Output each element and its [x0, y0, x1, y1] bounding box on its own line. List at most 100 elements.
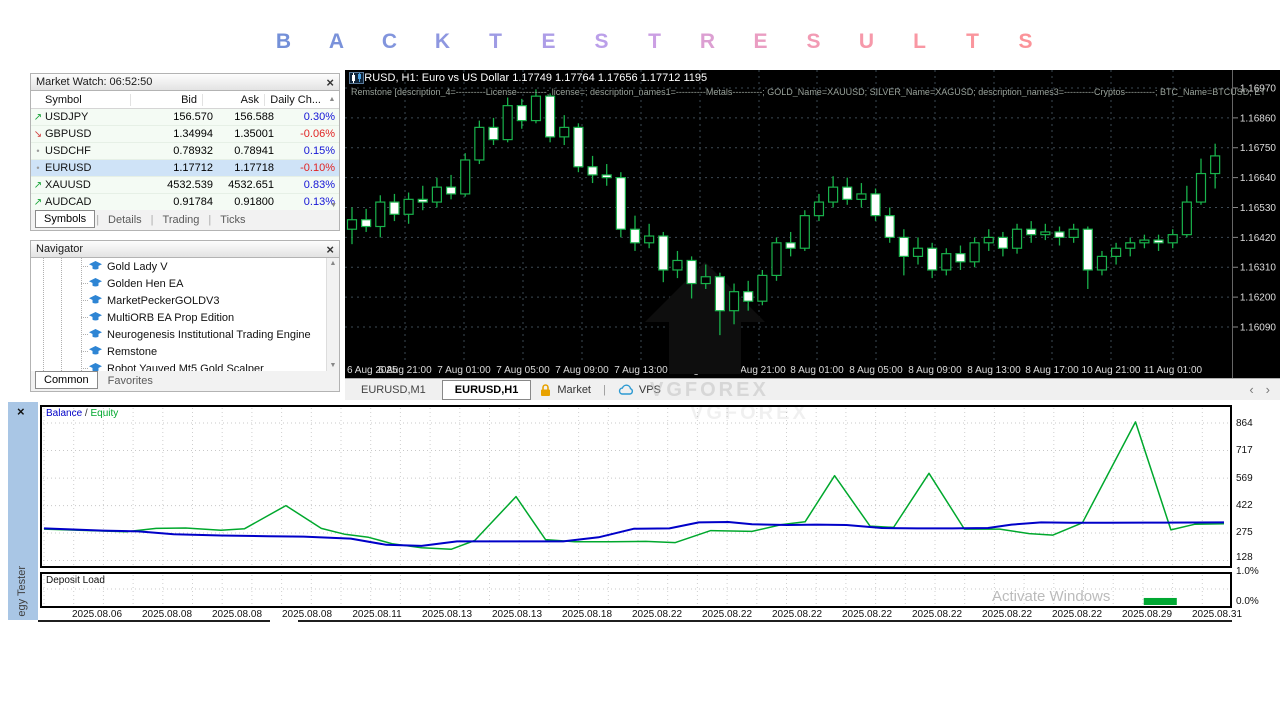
- symbol-name: AUDCAD: [45, 196, 147, 208]
- navigator-item[interactable]: MultiORB EA Prop Edition: [31, 309, 339, 326]
- market-button[interactable]: Market: [531, 383, 599, 397]
- svg-text:6 Aug 21:00: 6 Aug 21:00: [378, 365, 432, 376]
- title-letter: L: [893, 30, 946, 54]
- svg-text:8 Aug 17:00: 8 Aug 17:00: [1025, 365, 1079, 376]
- x-axis-date-label: 2025.08.13: [482, 609, 552, 620]
- tester-bottom-border: [38, 620, 270, 622]
- market-watch-panel: Market Watch: 06:52:50 × SymbolBidAskDai…: [30, 73, 340, 231]
- navigator-item[interactable]: Gold Lady V: [31, 258, 339, 275]
- column-header-bid[interactable]: Bid: [130, 94, 202, 106]
- svg-text:7 Aug 13:00: 7 Aug 13:00: [614, 365, 668, 376]
- tab-scroll-right-icon[interactable]: ›: [1266, 382, 1270, 397]
- y-axis-label: 569: [1236, 473, 1278, 484]
- x-axis-date-label: 2025.08.22: [902, 609, 972, 620]
- trend-up-icon: ↗: [31, 112, 45, 123]
- close-icon[interactable]: ×: [326, 76, 334, 89]
- title-letter: E: [522, 30, 575, 54]
- scroll-down-icon[interactable]: ▼: [330, 362, 337, 369]
- expert-advisor-icon: [89, 278, 102, 289]
- ask-value: 4532.651: [218, 179, 279, 191]
- svg-text:1.16090: 1.16090: [1240, 322, 1277, 333]
- column-header-ask[interactable]: Ask: [202, 94, 264, 106]
- close-icon[interactable]: ×: [17, 405, 25, 418]
- symbol-row-eurusd[interactable]: •EURUSD1.177121.17718-0.10%: [31, 160, 339, 177]
- trend-up-icon: ↗: [31, 197, 45, 208]
- symbol-row-gbpusd[interactable]: ↘GBPUSD1.349941.35001-0.06%: [31, 126, 339, 143]
- tab-ticks[interactable]: Ticks: [212, 212, 253, 228]
- symbol-row-audcad[interactable]: ↗AUDCAD0.917840.918000.13%: [31, 194, 339, 210]
- symbol-row-xauusd[interactable]: ↗XAUUSD4532.5394532.6510.83%: [31, 177, 339, 194]
- deposit-axis-label: 0.0%: [1236, 596, 1278, 607]
- ask-value: 0.91800: [218, 196, 279, 208]
- chart-mode-icon[interactable]: [349, 72, 364, 84]
- trend-up-icon: ↗: [31, 180, 45, 191]
- equity-legend: Equity: [90, 408, 118, 419]
- trend-flat-icon: •: [31, 146, 45, 156]
- symbol-name: USDCHF: [45, 145, 147, 157]
- svg-text:7 Aug 05:00: 7 Aug 05:00: [496, 365, 550, 376]
- symbol-row-usdchf[interactable]: •USDCHF0.789320.789410.15%: [31, 143, 339, 160]
- close-icon[interactable]: ×: [326, 243, 334, 256]
- navigator-scrollbar[interactable]: ▲ ▼: [326, 258, 339, 371]
- strategy-tester-strip: × egy Tester: [8, 402, 38, 620]
- title-letter: B: [257, 30, 310, 54]
- x-axis-date-label: 2025.08.22: [1042, 609, 1112, 620]
- navigator-item-label: MultiORB EA Prop Edition: [107, 312, 234, 324]
- y-axis-label: 422: [1236, 500, 1278, 511]
- navigator-panel: Navigator × Gold Lady VGolden Hen EAMark…: [30, 240, 340, 392]
- market-watch-title: Market Watch: 06:52:50: [36, 76, 152, 88]
- market-watch-header[interactable]: Market Watch: 06:52:50 ×: [31, 74, 339, 91]
- svg-text:7 Aug 09:00: 7 Aug 09:00: [555, 365, 609, 376]
- tab-common[interactable]: Common: [35, 371, 98, 389]
- navigator-item[interactable]: MarketPeckerGOLDV3: [31, 292, 339, 309]
- expert-advisor-icon: [89, 363, 102, 371]
- navigator-tabs: CommonFavorites: [31, 371, 339, 391]
- scroll-up-icon[interactable]: ▲: [325, 96, 339, 103]
- navigator-item-label: Remstone: [107, 346, 157, 358]
- bid-value: 0.78932: [147, 145, 218, 157]
- navigator-header[interactable]: Navigator ×: [31, 241, 339, 258]
- symbol-name: EURUSD: [45, 162, 147, 174]
- x-axis-date-label: 2025.08.31: [1182, 609, 1252, 620]
- x-axis-date-label: 2025.08.13: [412, 609, 482, 620]
- tab-favorites[interactable]: Favorites: [100, 373, 161, 389]
- tab-details[interactable]: Details: [100, 212, 150, 228]
- candlestick-chart[interactable]: 1.169701.168601.167501.166401.165301.164…: [345, 70, 1280, 378]
- tab-scroll-left-icon[interactable]: ‹: [1249, 382, 1253, 397]
- bid-value: 0.91784: [147, 196, 218, 208]
- x-axis-date-label: 2025.08.08: [202, 609, 272, 620]
- navigator-item[interactable]: Robot Yauved Mt5 Gold Scalper: [31, 360, 339, 371]
- scroll-down-icon[interactable]: ▼: [330, 202, 337, 209]
- chart-title-text: EURUSD, H1: Euro vs US Dollar 1.17749 1.…: [349, 72, 707, 84]
- chart-tab-eurusd-h1[interactable]: EURUSD,H1: [442, 380, 532, 400]
- balance-equity-chart[interactable]: [40, 405, 1232, 568]
- scroll-up-icon[interactable]: ▲: [330, 260, 337, 267]
- svg-text:11 Aug 01:00: 11 Aug 01:00: [1144, 365, 1203, 376]
- title-letter: R: [681, 30, 734, 54]
- activate-windows-watermark: Activate Windows: [992, 588, 1110, 605]
- mt5-window: BACKTESTRESULTS Market Watch: 06:52:50 ×…: [0, 0, 1280, 720]
- column-header-symbol[interactable]: Symbol: [31, 94, 130, 106]
- expert-advisor-icon: [89, 346, 102, 357]
- title-letter: T: [946, 30, 999, 54]
- navigator-item[interactable]: Remstone: [31, 343, 339, 360]
- chart-tab-eurusd-m1[interactable]: EURUSD,M1: [349, 381, 438, 399]
- title-letter: T: [628, 30, 681, 54]
- y-axis-label: 128: [1236, 552, 1278, 563]
- strategy-tester-label: egy Tester: [16, 566, 28, 617]
- balance-legend: Balance: [46, 408, 82, 419]
- expert-advisor-icon: [89, 329, 102, 340]
- x-axis-date-label: 2025.08.08: [132, 609, 202, 620]
- navigator-item[interactable]: Neurogenesis Institutional Trading Engin…: [31, 326, 339, 343]
- symbol-row-usdjpy[interactable]: ↗USDJPY156.570156.5880.30%: [31, 109, 339, 126]
- title-letter: K: [416, 30, 469, 54]
- navigator-item[interactable]: Golden Hen EA: [31, 275, 339, 292]
- tab-trading[interactable]: Trading: [155, 212, 208, 228]
- svg-text:7 Aug 01:00: 7 Aug 01:00: [437, 365, 491, 376]
- svg-text:1.16860: 1.16860: [1240, 113, 1277, 124]
- market-watch-tabs: Symbols|Details|Trading|Ticks: [31, 210, 339, 230]
- tab-symbols[interactable]: Symbols: [35, 210, 95, 228]
- expert-advisor-icon: [89, 312, 102, 323]
- price-chart-panel: 1.169701.168601.167501.166401.165301.164…: [345, 70, 1280, 378]
- column-header-daily-change[interactable]: Daily Ch...: [264, 94, 325, 106]
